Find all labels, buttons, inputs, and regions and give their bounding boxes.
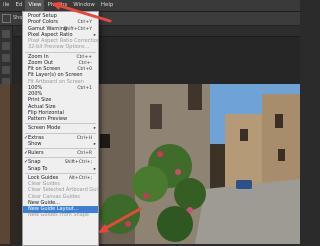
arrow-to-view-menu (55, 3, 112, 23)
annotation-arrows (51, 2, 142, 233)
arrow-to-new-guide-layout (102, 207, 142, 231)
arrow-head-icon (51, 2, 62, 10)
